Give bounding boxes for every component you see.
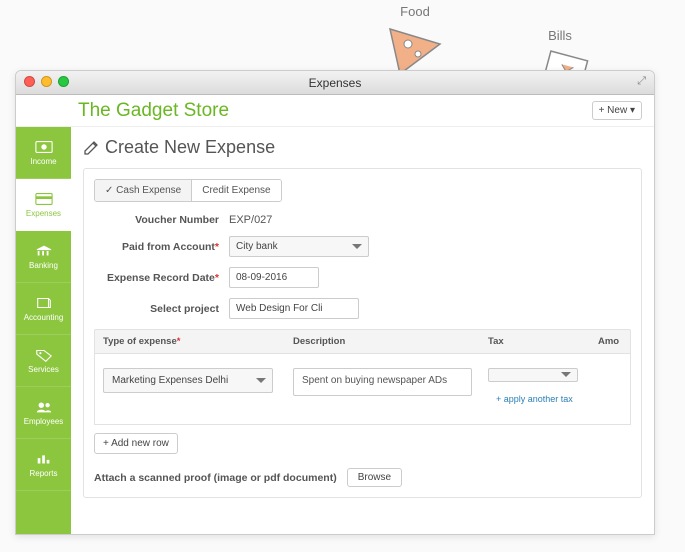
tag-icon	[35, 348, 53, 362]
main-content: Create New Expense ✓ Cash Expense Credit…	[71, 127, 654, 534]
tab-credit-expense[interactable]: Credit Expense	[191, 180, 280, 201]
expense-type-toggle: ✓ Cash Expense Credit Expense	[94, 179, 282, 202]
new-button[interactable]: + New ▾	[592, 101, 642, 120]
sidebar-item-expenses[interactable]: Expenses	[16, 179, 71, 231]
expense-table-row: Marketing Expenses Delhi Spent on buying…	[94, 354, 631, 425]
sidebar-item-accounting[interactable]: Accounting	[16, 283, 71, 335]
voucher-number-value: EXP/027	[229, 214, 272, 226]
sidebar-item-services[interactable]: Services	[16, 335, 71, 387]
users-icon	[35, 400, 53, 414]
expense-type-select[interactable]: Marketing Expenses Delhi	[103, 368, 273, 393]
sidebar-item-banking[interactable]: Banking	[16, 231, 71, 283]
description-input[interactable]: Spent on buying newspaper ADs	[293, 368, 472, 396]
close-icon[interactable]	[24, 76, 35, 87]
apply-another-tax-link[interactable]: + apply another tax	[488, 388, 582, 410]
sidebar-item-income[interactable]: Income	[16, 127, 71, 179]
app-window: Expenses ⤢ The Gadget Store + New ▾ Inco…	[15, 70, 655, 535]
edit-icon	[83, 140, 99, 156]
money-icon	[35, 140, 53, 154]
sidebar: Income Expenses Banking Accounting Servi…	[16, 127, 71, 534]
chart-icon	[35, 452, 53, 466]
window-title: Expenses	[309, 76, 362, 90]
paid-from-account-label: Paid from Account*	[94, 241, 229, 253]
maximize-icon[interactable]	[58, 76, 69, 87]
select-project-input[interactable]	[229, 298, 359, 319]
food-label: Food	[400, 4, 430, 19]
tab-cash-expense[interactable]: ✓ Cash Expense	[95, 180, 191, 201]
expense-date-label: Expense Record Date*	[94, 272, 229, 284]
brand-title: The Gadget Store	[78, 100, 229, 122]
add-new-row-button[interactable]: + Add new row	[94, 433, 178, 454]
expand-icon[interactable]: ⤢	[637, 75, 646, 88]
sidebar-item-label: Income	[30, 157, 56, 166]
sidebar-item-label: Services	[28, 365, 59, 374]
sidebar-item-reports[interactable]: Reports	[16, 439, 71, 491]
brand-bar: The Gadget Store + New ▾	[16, 95, 654, 127]
sidebar-item-label: Reports	[29, 469, 57, 478]
bills-label: Bills	[548, 28, 572, 43]
card-icon	[35, 192, 53, 206]
expense-date-input[interactable]	[229, 267, 319, 288]
page-title: Create New Expense	[83, 137, 642, 158]
voucher-number-label: Voucher Number	[94, 214, 229, 226]
sidebar-item-label: Employees	[24, 417, 64, 426]
tax-select[interactable]	[488, 368, 578, 382]
sidebar-item-label: Accounting	[24, 313, 64, 322]
sidebar-item-employees[interactable]: Employees	[16, 387, 71, 439]
titlebar: Expenses ⤢	[16, 71, 654, 95]
browse-button[interactable]: Browse	[347, 468, 402, 487]
sidebar-item-label: Banking	[29, 261, 58, 270]
expense-form-card: ✓ Cash Expense Credit Expense Voucher Nu…	[83, 168, 642, 498]
expense-table-header: Type of expense* Description Tax Amo	[94, 329, 631, 354]
book-icon	[35, 296, 53, 310]
minimize-icon[interactable]	[41, 76, 52, 87]
attach-proof-label: Attach a scanned proof (image or pdf doc…	[94, 472, 337, 484]
select-project-label: Select project	[94, 303, 229, 315]
paid-from-account-select[interactable]: City bank	[229, 236, 369, 257]
bank-icon	[35, 244, 53, 258]
sidebar-item-label: Expenses	[26, 209, 61, 218]
